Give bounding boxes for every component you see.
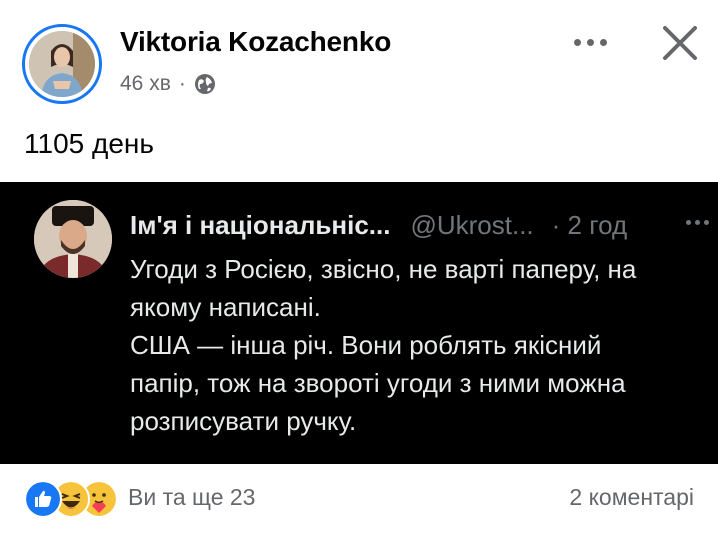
tweet-screenshot[interactable]: Ім'я і національніс... @Ukrost... · 2 го… — [0, 182, 718, 464]
more-dot — [704, 219, 709, 225]
close-button[interactable] — [655, 18, 705, 68]
post-header: Viktoria Kozachenko 46 хв · — [0, 0, 718, 110]
more-dot — [686, 219, 691, 225]
comments-count[interactable]: 2 коментарі — [569, 484, 694, 511]
like-icon — [24, 480, 62, 518]
author-name[interactable]: Viktoria Kozachenko — [120, 26, 391, 58]
more-dot — [695, 219, 700, 225]
post-time[interactable]: 46 хв — [120, 72, 171, 96]
tweet-line: якому написані. — [130, 292, 321, 322]
tweet-header: Ім'я і національніс... @Ukrost... · 2 го… — [130, 208, 627, 242]
more-options-button[interactable] — [566, 24, 614, 60]
tweet-line: Угоди з Росією, звісно, не варті паперу,… — [130, 254, 637, 284]
tweet-author-name[interactable]: Ім'я і національніс... — [130, 210, 390, 241]
reactions-count[interactable]: Ви та ще 23 — [128, 484, 255, 511]
tweet-more-icon[interactable] — [686, 210, 718, 234]
tweet-line: розписувати ручку. — [130, 406, 357, 436]
close-icon — [663, 26, 697, 60]
post-text: 1105 день — [24, 128, 154, 159]
tweet-handle[interactable]: @Ukrost... — [410, 210, 533, 241]
meta-separator: · — [178, 72, 186, 95]
author-avatar[interactable] — [22, 24, 102, 104]
tweet-text: Угоди з Росією, звісно, не варті паперу,… — [130, 250, 710, 440]
tweet-line: папір, тож на звороті угоди з ними можна — [130, 368, 626, 398]
globe-icon[interactable] — [194, 73, 216, 95]
more-dot — [599, 38, 607, 46]
tweet-line: США — інша річ. Вони роблять якісний — [130, 330, 602, 360]
more-dot — [573, 38, 581, 46]
author-photo — [29, 31, 95, 97]
tweet-time[interactable]: · 2 год — [552, 210, 628, 241]
post-meta: 46 хв · — [120, 72, 216, 96]
more-dot — [586, 38, 594, 46]
tweet-avatar — [34, 200, 112, 278]
post-footer: Ви та ще 23 2 коментарі — [0, 478, 718, 518]
